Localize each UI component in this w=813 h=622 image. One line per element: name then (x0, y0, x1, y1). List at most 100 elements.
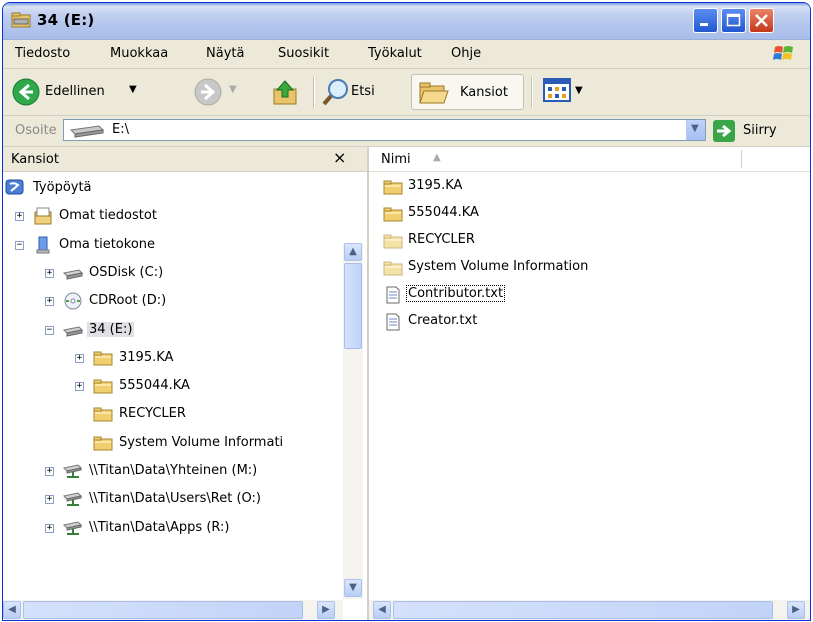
tree-item-label: \\Titan\Data\Users\Ret (O:) (89, 491, 262, 507)
file-list-item[interactable]: System Volume Information (383, 256, 803, 282)
file-list-item[interactable]: 3195.KA (383, 175, 803, 201)
file-list-item[interactable]: RECYCLER (383, 229, 803, 255)
tree-item[interactable]: Työpöytä (5, 177, 333, 203)
file-list-item[interactable]: 555044.KA (383, 202, 803, 228)
tree-item[interactable]: System Volume Informati (75, 432, 333, 458)
file-name: System Volume Information (408, 259, 589, 274)
tree-item[interactable]: − Oma tietokone (15, 234, 333, 260)
close-icon (755, 14, 768, 27)
column-divider[interactable] (741, 150, 742, 168)
collapse-icon[interactable]: − (15, 240, 24, 250)
folder-icon (383, 232, 403, 250)
tree-item-label: \\Titan\Data\Apps (R:) (89, 519, 230, 535)
address-input[interactable]: E:\ ▼ (63, 119, 706, 141)
chevron-down-icon: ▼ (691, 123, 699, 134)
tree-item[interactable]: − 34 (E:) (45, 319, 333, 345)
expand-icon[interactable]: + (15, 212, 24, 222)
folders-button[interactable]: Kansiot (411, 74, 524, 110)
file-name: RECYCLER (408, 232, 475, 247)
expand-icon[interactable]: + (45, 495, 54, 505)
tree-item[interactable]: + \\Titan\Data\Apps (R:) (45, 517, 333, 543)
menu-view[interactable]: Näytä (206, 46, 244, 61)
menu-bar: Tiedosto Muokkaa Näytä Suosikit Työkalut… (3, 40, 810, 69)
expand-icon[interactable]: + (45, 297, 54, 307)
scroll-thumb[interactable] (23, 601, 303, 619)
views-button[interactable]: ▼ (543, 77, 591, 107)
up-folder-icon[interactable] (271, 77, 301, 107)
scroll-right-button[interactable]: ▶ (787, 601, 805, 619)
maximize-button[interactable] (721, 8, 746, 33)
file-list-item[interactable]: Contributor.txt (383, 283, 803, 309)
tree-item[interactable]: +555044.KA (75, 375, 333, 401)
title-bar[interactable]: 34 (E:) (3, 3, 810, 40)
file-list-hscrollbar[interactable]: ◀ ▶ (369, 600, 810, 620)
views-dropdown-icon: ▼ (575, 85, 583, 96)
tree-item[interactable]: RECYCLER (75, 403, 333, 429)
scroll-down-button[interactable]: ▼ (344, 579, 362, 597)
tree-item-label: Oma tietokone (59, 236, 156, 252)
folder-tree-hscrollbar[interactable]: ◀ ▶ (3, 600, 343, 620)
menu-edit[interactable]: Muokkaa (110, 46, 168, 61)
back-arrow-icon (12, 78, 40, 106)
folder-tree-vscrollbar[interactable]: ▲ ▼ (343, 243, 363, 599)
folder-icon (93, 405, 113, 423)
back-button[interactable]: Edellinen ▼ (11, 75, 161, 109)
column-header[interactable]: Nimi ▲ (369, 147, 810, 172)
text-file-icon (383, 313, 403, 331)
file-name: Contributor.txt (405, 285, 506, 302)
menu-favorites[interactable]: Suosikit (278, 46, 329, 61)
expand-icon[interactable]: + (45, 268, 54, 278)
expand-icon[interactable]: + (75, 382, 84, 392)
tree-item-label: RECYCLER (119, 406, 186, 422)
scroll-up-button[interactable]: ▲ (344, 243, 362, 261)
minimize-button[interactable] (693, 8, 718, 33)
search-button[interactable]: Etsi (321, 75, 407, 109)
network-drive-icon (62, 462, 83, 480)
forward-dropdown-icon[interactable]: ▼ (229, 84, 237, 95)
toolbar: Edellinen ▼ ▼ Etsi Kansiot ▼ (3, 69, 810, 116)
folder-icon (93, 349, 113, 367)
expand-icon[interactable]: + (75, 353, 84, 363)
back-dropdown-icon[interactable]: ▼ (129, 84, 137, 95)
go-arrow-icon[interactable] (713, 120, 735, 142)
scroll-left-button[interactable]: ◀ (373, 601, 391, 619)
address-label: Osoite (15, 123, 57, 138)
close-button[interactable] (749, 8, 774, 33)
hard-drive-icon (62, 264, 84, 282)
tree-item[interactable]: + \\Titan\Data\Users\Ret (O:) (45, 488, 333, 514)
scroll-thumb[interactable] (344, 263, 362, 349)
go-button[interactable]: Siirry (743, 123, 777, 138)
folders-pane-close-button[interactable]: × (333, 148, 346, 167)
tree-item[interactable]: + \\Titan\Data\Yhteinen (M:) (45, 460, 333, 486)
column-name-header[interactable]: Nimi (381, 152, 411, 167)
collapse-icon[interactable]: − (45, 325, 54, 335)
windows-logo-icon (773, 46, 793, 60)
file-list: 3195.KA 555044.KA RECYCLER System Volume In… (369, 171, 810, 599)
scroll-thumb[interactable] (393, 601, 773, 619)
tree-item[interactable]: + OSDisk (C:) (45, 262, 333, 288)
scroll-left-button[interactable]: ◀ (3, 601, 21, 619)
drive-folder-icon (11, 12, 31, 28)
window-title: 34 (E:) (37, 11, 95, 29)
scroll-right-button[interactable]: ▶ (317, 601, 335, 619)
menu-help[interactable]: Ohje (451, 46, 481, 61)
minimize-icon (700, 23, 708, 26)
address-bar: Osoite E:\ ▼ Siirry (3, 116, 810, 147)
menu-tools[interactable]: Työkalut (368, 46, 422, 61)
file-list-item[interactable]: Creator.txt (383, 310, 803, 336)
menu-file[interactable]: Tiedosto (15, 46, 70, 61)
folder-icon (383, 205, 403, 223)
tree-item[interactable]: + CDRoot (D:) (45, 290, 333, 316)
my-documents-icon (33, 207, 53, 225)
expand-icon[interactable]: + (45, 523, 54, 533)
tree-item[interactable]: +3195.KA (75, 347, 333, 373)
folder-icon (383, 259, 403, 277)
folders-pane-header: Kansiot × (3, 147, 367, 172)
tree-item-label: CDRoot (D:) (89, 293, 167, 309)
network-drive-icon (62, 519, 83, 537)
expand-icon[interactable]: + (45, 467, 54, 476)
my-computer-icon (33, 236, 53, 254)
tree-item[interactable]: + Omat tiedostot (15, 205, 333, 231)
forward-button[interactable]: ▼ (193, 75, 241, 109)
address-dropdown-button[interactable]: ▼ (686, 120, 705, 140)
